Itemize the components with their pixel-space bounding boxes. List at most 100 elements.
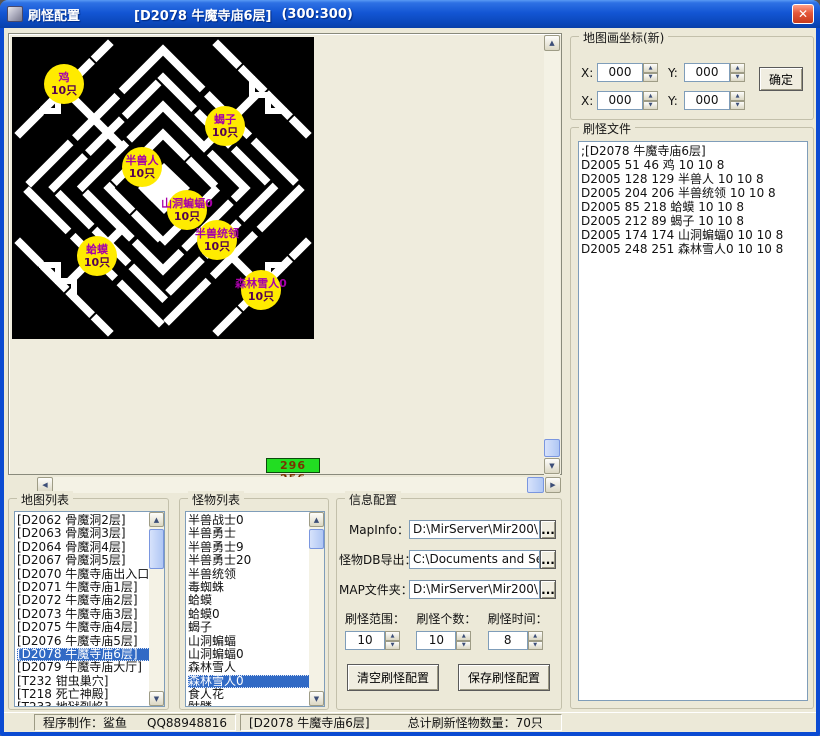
spawn-monster-count: 10只 — [235, 290, 287, 303]
map-vertical-scrollbar[interactable] — [544, 35, 560, 475]
browse-button[interactable]: ... — [540, 520, 556, 539]
monster-list-item[interactable]: 骷髅 — [188, 701, 324, 707]
map-list-item[interactable]: [D2078 牛魔寺庙6层] — [17, 648, 164, 661]
map-canvas[interactable]: 鸡 10只 蝎子 10只 半兽人 10只 — [12, 37, 314, 339]
monster-list-item[interactable]: 半兽勇士 — [188, 527, 324, 540]
spawn-file-line[interactable]: D2005 85 218 蛤蟆 10 10 8 — [581, 200, 807, 214]
map-list-scroll-thumb[interactable] — [149, 529, 164, 569]
browse-button[interactable]: ... — [540, 580, 556, 599]
scroll-up-button[interactable]: ▲ — [149, 512, 164, 527]
monster-list-item[interactable]: 森林雪人0 — [188, 675, 324, 688]
map-list-item[interactable]: [D2062 骨魔洞2层] — [17, 514, 164, 527]
x2-spinner[interactable]: ▲▼ — [643, 91, 658, 110]
map-list-item[interactable]: [D2064 骨魔洞4层] — [17, 541, 164, 554]
map-horizontal-scrollbar[interactable] — [37, 477, 561, 493]
spawn-marker[interactable]: 蛤蟆 10只 — [77, 236, 117, 276]
monster-list-item[interactable]: 山洞蝙蝠0 — [188, 648, 324, 661]
monster-list-item[interactable]: 半兽勇士20 — [188, 554, 324, 567]
spawn-setting-spinner[interactable]: ▲▼ — [385, 631, 400, 650]
monster-list-item[interactable]: 蝎子 — [188, 621, 324, 634]
monster-list-scrollbar[interactable]: ▲ ▼ — [309, 512, 324, 706]
x1-input[interactable]: 000 — [597, 63, 643, 82]
save-spawn-config-button[interactable]: 保存刷怪配置 — [458, 664, 550, 691]
path-label: MAP文件夹： — [339, 581, 409, 598]
spawn-file-line[interactable]: D2005 128 129 半兽人 10 10 8 — [581, 172, 807, 186]
path-input[interactable]: D:\MirServer\Mir200\Me — [409, 580, 540, 599]
spawn-marker[interactable]: 鸡 10只 — [44, 64, 84, 104]
monster-list-item[interactable]: 食人花 — [188, 688, 324, 701]
monster-list[interactable]: ▲ ▼ 半兽战士0半兽勇士半兽勇士9半兽勇士20半兽统领毒蜘蛛蛤蟆蛤蟆0蝎子山洞… — [185, 511, 325, 707]
spawn-setting-input[interactable]: 10 — [345, 631, 385, 650]
coord-group-title: 地图画坐标(新) — [579, 29, 668, 46]
y1-spinner[interactable]: ▲▼ — [730, 63, 745, 82]
spawn-marker[interactable]: 蝎子 10只 — [205, 106, 245, 146]
scroll-up-button[interactable]: ▲ — [309, 512, 324, 527]
y1-input[interactable]: 000 — [684, 63, 730, 82]
scroll-up-button[interactable]: ▲ — [544, 35, 560, 51]
map-list-item[interactable]: [D2063 骨魔洞3层] — [17, 527, 164, 540]
monster-list-item[interactable]: 半兽勇士9 — [188, 541, 324, 554]
map-list-item[interactable]: [T233 地狱烈焰] — [17, 701, 164, 707]
spawn-file-line[interactable]: D2005 51 46 鸡 10 10 8 — [581, 158, 807, 172]
spawn-file-line[interactable]: ;[D2078 牛魔寺庙6层] — [581, 144, 807, 158]
monster-list-item[interactable]: 山洞蝙蝠 — [188, 635, 324, 648]
monster-list-item[interactable]: 森林雪人 — [188, 661, 324, 674]
spin-up-icon: ▲ — [643, 63, 658, 73]
map-vscroll-thumb[interactable] — [544, 439, 560, 457]
spawn-setting-input[interactable]: 8 — [488, 631, 528, 650]
spawn-marker[interactable]: 森林雪人0 10只 — [241, 270, 281, 310]
spawn-setting-spinner[interactable]: ▲▼ — [456, 631, 471, 650]
map-list-item[interactable]: [T232 钳虫巢穴] — [17, 675, 164, 688]
monster-list-item[interactable]: 蛤蟆 — [188, 594, 324, 607]
confirm-button[interactable]: 确定 — [759, 67, 803, 91]
spawn-marker[interactable]: 半兽人 10只 — [122, 147, 162, 187]
spawn-setting: 刷怪时间： 8 ▲▼ — [488, 610, 550, 650]
spawn-setting-label: 刷怪时间： — [488, 610, 550, 627]
map-list-item[interactable]: [D2071 牛魔寺庙1层] — [17, 581, 164, 594]
map-list-item[interactable]: [D2067 骨魔洞5层] — [17, 554, 164, 567]
scroll-right-button[interactable]: ▶ — [545, 477, 561, 493]
map-list-item[interactable]: [D2073 牛魔寺庙3层] — [17, 608, 164, 621]
spawn-file-line[interactable]: D2005 212 89 蝎子 10 10 8 — [581, 214, 807, 228]
path-input[interactable]: C:\Documents and Setti — [409, 550, 540, 569]
map-list[interactable]: ▲ ▼ [D2062 骨魔洞2层][D2063 骨魔洞3层][D2064 骨魔洞… — [14, 511, 165, 707]
spawn-setting-input[interactable]: 10 — [416, 631, 456, 650]
monster-list-item[interactable]: 蛤蟆0 — [188, 608, 324, 621]
spawn-setting-spinner[interactable]: ▲▼ — [528, 631, 543, 650]
spawn-file-line[interactable]: D2005 174 174 山洞蝙蝠0 10 10 8 — [581, 228, 807, 242]
map-list-item[interactable]: [D2070 牛魔寺庙出入口] — [17, 568, 164, 581]
browse-button[interactable]: ... — [540, 550, 556, 569]
map-list-scrollbar[interactable]: ▲ ▼ — [149, 512, 164, 706]
clear-spawn-config-button[interactable]: 清空刷怪配置 — [347, 664, 439, 691]
monster-list-scroll-thumb[interactable] — [309, 529, 324, 549]
arrow-down-icon: ▼ — [549, 462, 554, 470]
close-button[interactable]: ✕ — [792, 4, 814, 24]
y2-input[interactable]: 000 — [684, 91, 730, 110]
spin-down-icon: ▼ — [730, 73, 745, 83]
map-list-item[interactable]: [D2075 牛魔寺庙4层] — [17, 621, 164, 634]
path-input[interactable]: D:\MirServer\Mir200\Er — [409, 520, 540, 539]
spawn-marker[interactable]: 半兽统领 10只 — [197, 220, 237, 260]
map-list-item[interactable]: [D2079 牛魔寺庙大厅] — [17, 661, 164, 674]
status-total-monsters: 总计刷新怪物数量：70只 — [408, 714, 543, 731]
monster-list-item[interactable]: 半兽战士0 — [188, 514, 324, 527]
status-qq: QQ88948816 — [147, 716, 227, 730]
monster-list-item[interactable]: 半兽统领 — [188, 568, 324, 581]
map-list-item[interactable]: [T218 死亡神殿] — [17, 688, 164, 701]
map-list-item[interactable]: [D2076 牛魔寺庙5层] — [17, 635, 164, 648]
spawn-file-list[interactable]: ;[D2078 牛魔寺庙6层]D2005 51 46 鸡 10 10 8D200… — [578, 141, 808, 701]
title-bar[interactable]: 刷怪配置 [D2078 牛魔寺庙6层] (300:300) ✕ — [0, 0, 820, 28]
spawn-file-line[interactable]: D2005 248 251 森林雪人0 10 10 8 — [581, 242, 807, 256]
monster-list-item[interactable]: 毒蜘蛛 — [188, 581, 324, 594]
status-map-cell: [D2078 牛魔寺庙6层] 总计刷新怪物数量：70只 — [240, 714, 562, 731]
map-hscroll-thumb[interactable] — [527, 477, 544, 493]
scroll-down-button[interactable]: ▼ — [149, 691, 164, 706]
x2-input[interactable]: 000 — [597, 91, 643, 110]
spin-down-icon: ▼ — [385, 641, 400, 651]
scroll-down-button[interactable]: ▼ — [544, 458, 560, 474]
x1-spinner[interactable]: ▲▼ — [643, 63, 658, 82]
spawn-file-line[interactable]: D2005 204 206 半兽统领 10 10 8 — [581, 186, 807, 200]
scroll-down-button[interactable]: ▼ — [309, 691, 324, 706]
map-list-item[interactable]: [D2072 牛魔寺庙2层] — [17, 594, 164, 607]
y2-spinner[interactable]: ▲▼ — [730, 91, 745, 110]
